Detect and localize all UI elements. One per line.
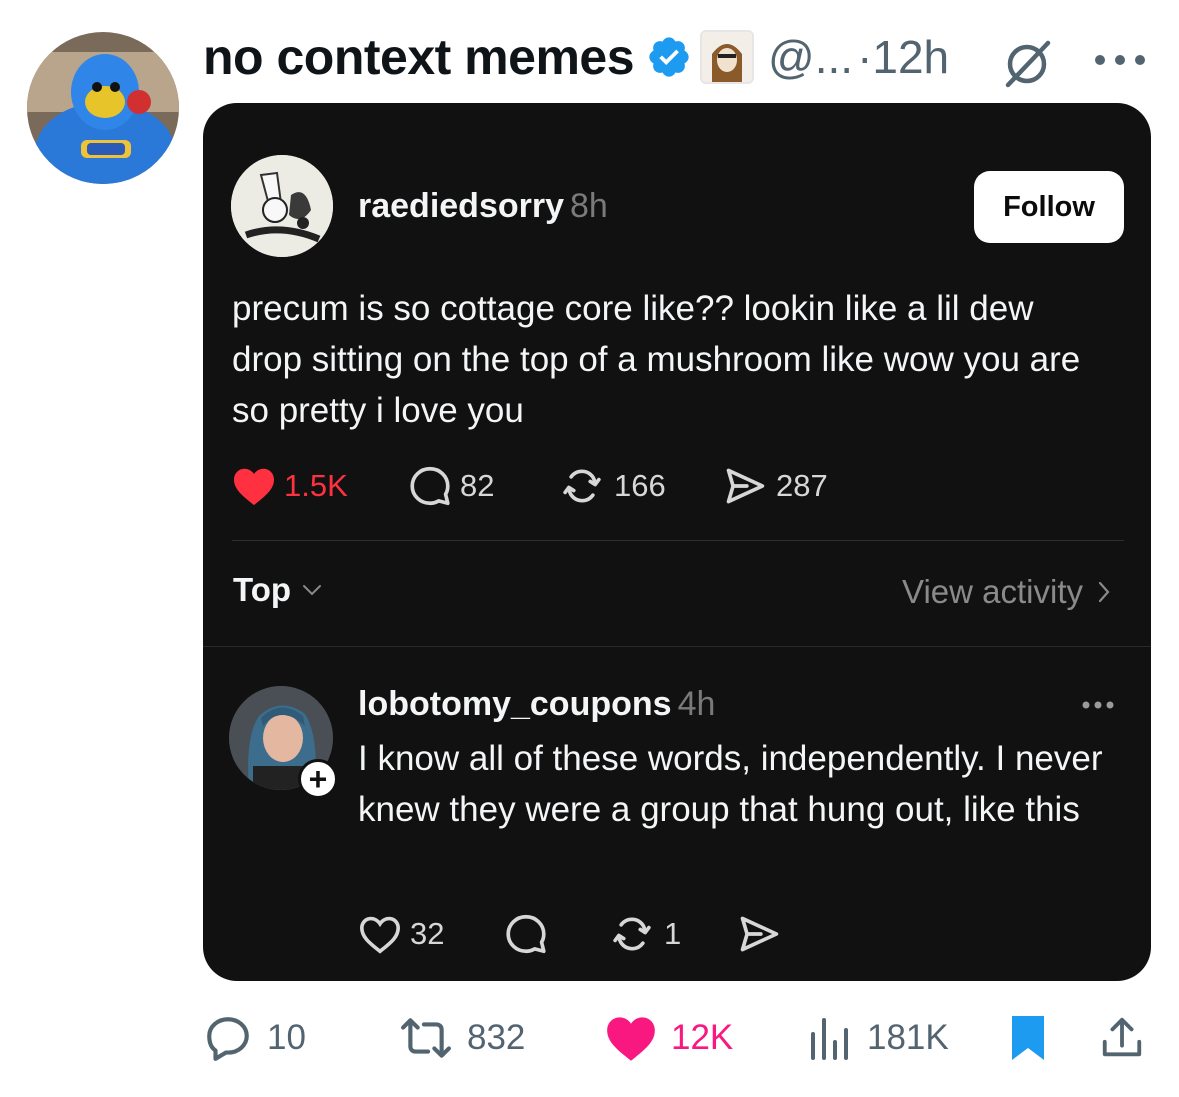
view-count: 181K bbox=[867, 1018, 949, 1057]
retweet-button[interactable]: 832 bbox=[399, 1008, 525, 1068]
post-time: 8h bbox=[570, 187, 608, 225]
reply-count: 10 bbox=[267, 1018, 306, 1057]
post-actions: 1.5K 82 166 287 bbox=[232, 461, 1112, 511]
comment-actions: 32 1 bbox=[358, 909, 858, 959]
post-username-text[interactable]: raediedsorry bbox=[358, 187, 564, 225]
reply-button[interactable]: 10 bbox=[203, 1008, 306, 1068]
sort-label: Top bbox=[233, 571, 292, 608]
verified-badge-icon bbox=[649, 37, 689, 77]
comment-share-button[interactable] bbox=[736, 909, 790, 959]
comment-text: I know all of these words, independently… bbox=[358, 739, 1103, 829]
repost-icon bbox=[563, 469, 601, 503]
post-author-username[interactable]: raediedsorry 8h bbox=[358, 187, 608, 226]
comment-repost-count: 1 bbox=[664, 916, 682, 951]
tweet-action-bar: 10 832 12K 181K bbox=[203, 1008, 1151, 1068]
post-share-button[interactable]: 287 bbox=[722, 461, 828, 511]
analytics-icon bbox=[811, 1018, 848, 1060]
bookmark-filled-icon bbox=[1012, 1016, 1044, 1060]
chevron-down-icon bbox=[303, 585, 322, 596]
post-share-count: 287 bbox=[776, 468, 828, 503]
comment-username-text[interactable]: lobotomy_coupons bbox=[358, 685, 672, 723]
like-button[interactable]: 12K bbox=[605, 1008, 733, 1068]
view-activity-link[interactable]: View activity bbox=[902, 573, 1111, 611]
retweet-icon bbox=[401, 1018, 451, 1058]
comment-time: 4h bbox=[677, 685, 716, 723]
comment-repost-button[interactable]: 1 bbox=[608, 909, 681, 959]
share-icon bbox=[1102, 1017, 1142, 1057]
author-name[interactable]: no context memes bbox=[203, 28, 635, 86]
like-count: 12K bbox=[671, 1018, 734, 1057]
bookmark-button[interactable] bbox=[1008, 1008, 1062, 1068]
embedded-post-card[interactable]: raediedsorry 8h Follow precum is so cotta… bbox=[203, 103, 1151, 981]
comment-like-button[interactable]: 32 bbox=[358, 909, 444, 959]
post-comment-count: 82 bbox=[460, 468, 495, 503]
reply-icon bbox=[207, 1017, 249, 1061]
comment-bubble-icon bbox=[410, 466, 450, 506]
send-icon bbox=[740, 916, 779, 952]
divider bbox=[203, 646, 1151, 647]
chevron-right-icon bbox=[1098, 581, 1110, 603]
post-like-button[interactable]: 1.5K bbox=[232, 461, 348, 511]
comment-author-username[interactable]: lobotomy_coupons 4h bbox=[358, 685, 715, 724]
repost-icon bbox=[613, 917, 651, 951]
send-icon bbox=[726, 468, 765, 504]
follow-plus-badge[interactable]: + bbox=[298, 759, 338, 799]
comment-more-icon[interactable] bbox=[1080, 699, 1116, 711]
follow-button[interactable]: Follow bbox=[974, 171, 1124, 243]
view-activity-label: View activity bbox=[902, 573, 1083, 610]
sort-dropdown[interactable]: Top bbox=[233, 571, 323, 609]
post-repost-count: 166 bbox=[614, 468, 666, 503]
heart-outline-icon bbox=[359, 916, 401, 954]
affiliate-badge-icon[interactable] bbox=[700, 30, 755, 84]
retweet-count: 832 bbox=[467, 1018, 526, 1057]
author-avatar[interactable] bbox=[27, 32, 179, 184]
divider bbox=[232, 540, 1124, 541]
post-text: precum is so cottage core like?? lookin … bbox=[232, 289, 1081, 430]
views-button[interactable]: 181K bbox=[805, 1008, 949, 1068]
more-options-icon[interactable] bbox=[1090, 50, 1150, 70]
comment-bubble-icon bbox=[506, 914, 546, 954]
comment-reply-button[interactable] bbox=[504, 909, 556, 959]
author-handle[interactable]: @... bbox=[768, 30, 853, 84]
post-author-avatar[interactable] bbox=[231, 155, 333, 257]
author-avatar-image bbox=[27, 32, 179, 184]
tweet-header: no context memes @... ·12h bbox=[203, 26, 949, 88]
heart-filled-icon bbox=[607, 1017, 655, 1061]
share-button[interactable] bbox=[1099, 1008, 1159, 1068]
grok-icon[interactable] bbox=[1000, 34, 1056, 90]
heart-filled-icon bbox=[234, 468, 274, 506]
post-repost-button[interactable]: 166 bbox=[558, 461, 666, 511]
post-comment-button[interactable]: 82 bbox=[408, 461, 494, 511]
comment-like-count: 32 bbox=[410, 916, 445, 951]
post-like-count: 1.5K bbox=[284, 468, 348, 503]
tweet-time[interactable]: ·12h bbox=[857, 30, 949, 84]
